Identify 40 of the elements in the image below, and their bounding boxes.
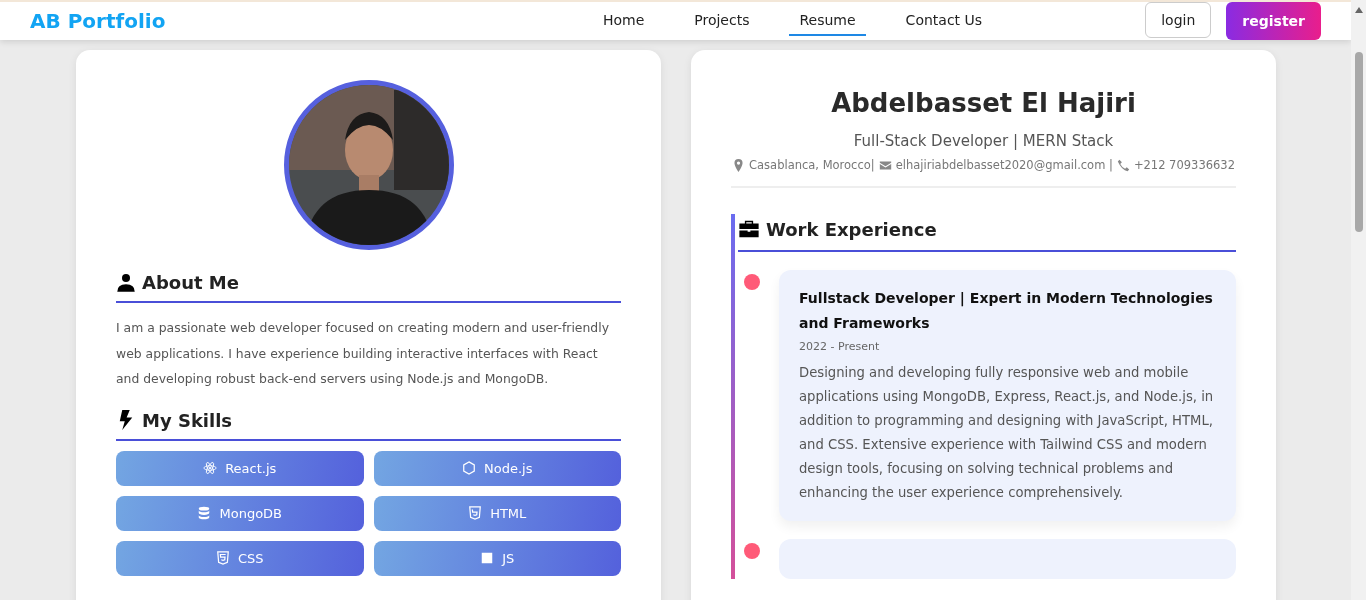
about-text: I am a passionate web developer focused on creating modern and user-friendly web applications. I have experience building interactive interfaces with React and developing robust back-end servers using Node.js and MongoDB. <box>116 319 610 388</box>
section-title: About Me <box>142 272 239 293</box>
nav-tab[interactable]: Home <box>592 6 655 36</box>
shield-icon <box>215 551 230 565</box>
section-title: Work Experience <box>766 218 937 240</box>
phone-text: +212 709336632 <box>1133 158 1235 172</box>
scrollbar[interactable] <box>1351 0 1366 600</box>
scroll-up-icon[interactable] <box>1353 6 1364 14</box>
map-pin-icon <box>732 158 745 172</box>
skill-label: Node.js <box>484 460 533 476</box>
scrollbar-thumb[interactable] <box>1354 52 1363 232</box>
nav-tab[interactable]: Projects <box>684 6 760 36</box>
job-title: Fullstack Developer | Expert in Modern Technologies and Frameworks <box>799 289 1214 333</box>
atom-icon <box>203 461 218 475</box>
skill-label: MongoDB <box>219 505 282 521</box>
database-icon <box>197 506 212 520</box>
email-text: elhajiriabdelbasset2020@gmail.com | <box>895 158 1113 172</box>
skill-label: HTML <box>490 505 527 521</box>
nav-tab[interactable]: Resume <box>789 6 866 36</box>
login-button[interactable]: login <box>1145 2 1212 38</box>
square-icon <box>480 551 495 565</box>
location-text: Casablanca, Morocco| <box>749 158 875 172</box>
nav-tab[interactable]: Contact Us <box>895 6 993 36</box>
skill-label: React.js <box>225 460 277 476</box>
section-title: My Skills <box>142 409 233 431</box>
register-button[interactable]: register <box>1226 2 1321 40</box>
timeline-dot <box>744 543 760 559</box>
person-name: Abdelbasset El Hajiri <box>830 88 1137 118</box>
job-role: Full-Stack Developer | MERN Stack <box>852 132 1115 150</box>
envelope-icon <box>878 158 892 172</box>
job-description: Designing and developing fully responsive web and mobile applications using MongoDB, Express, React.js, and Node.js, in addition to programming and designing with JavaScript, HTML, and CSS. Extensive experience with Tailwind CSS and modern design tools, focusing on solving technical problems and enhancing the user experience comprehensively. <box>799 364 1215 502</box>
briefcase-icon <box>738 218 760 240</box>
hexagon-icon <box>462 461 476 475</box>
job-period: 2022 - Present <box>799 340 881 353</box>
shield-icon <box>468 506 483 520</box>
skill-label: CSS <box>237 550 264 566</box>
user-icon <box>116 272 136 293</box>
skill-label: JS <box>502 550 515 566</box>
timeline-dot <box>744 274 760 290</box>
phone-icon <box>1116 158 1130 172</box>
